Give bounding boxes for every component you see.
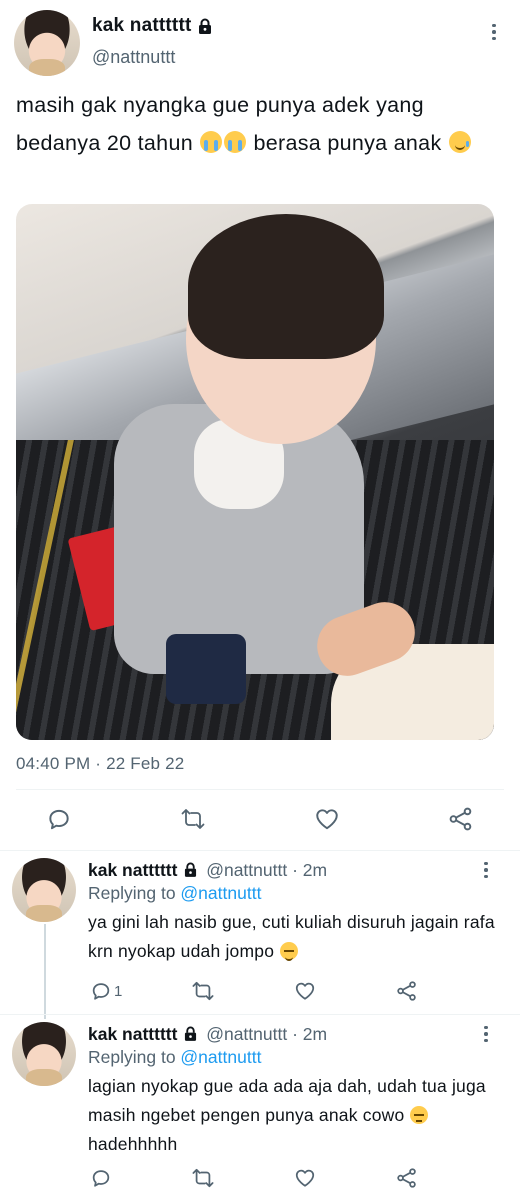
expressionless-emoji-icon [410,1106,429,1124]
holding-back-tears-emoji-icon [448,131,471,153]
lock-icon [185,1026,197,1041]
more-icon[interactable] [478,1024,494,1044]
child-hair [188,214,384,359]
reply-icon[interactable] [88,978,114,1004]
reply-handle-time[interactable]: @nattnuttt · 2m [206,1024,327,1044]
author-name[interactable]: kak natttttt [92,15,212,37]
replying-to-handle[interactable]: @nattnuttt [180,1047,261,1067]
reply-text: ya gini lah nasib gue, cuti kuliah disur… [88,908,498,966]
reply-header: kak natttttt @nattnuttt · 2m [88,860,327,881]
replying-to: Replying to @nattnuttt [88,1047,261,1068]
tweet-text: masih gak nyangka gue punya adek yang be… [16,86,506,162]
tweet-timestamp[interactable]: 04:40 PM · 22 Feb 22 [16,754,184,774]
replying-to-label: Replying to [88,1047,181,1067]
tweet-text-part-2: berasa punya anak [247,131,448,155]
more-icon[interactable] [478,860,494,880]
reply-text: lagian nyokap gue ada ada aja dah, udah … [88,1072,498,1159]
crying-emoji-icon [200,131,223,153]
author-avatar[interactable] [14,10,80,76]
reply-text-tail: hadehhhhh [88,1134,178,1154]
tweet-photo[interactable] [16,204,494,740]
retweet-icon[interactable] [190,1165,216,1191]
lock-icon [185,862,197,877]
lock-icon [198,18,212,34]
retweet-icon[interactable] [190,978,216,1004]
more-icon[interactable] [486,22,502,42]
thread-connector [44,924,46,1019]
share-icon[interactable] [394,978,420,1004]
replying-to: Replying to @nattnuttt [88,883,261,904]
reply-display-name[interactable]: kak natttttt [88,860,177,880]
relieved-emoji-icon [280,942,299,961]
reply-header: kak natttttt @nattnuttt · 2m [88,1024,327,1045]
share-icon[interactable] [394,1165,420,1191]
like-icon[interactable] [314,806,340,832]
reply-icon[interactable] [46,806,72,832]
child-legs [166,634,246,704]
divider [16,789,504,790]
retweet-icon[interactable] [180,806,206,832]
replying-to-label: Replying to [88,883,181,903]
author-handle[interactable]: @nattnuttt [92,47,175,68]
divider [0,850,520,851]
reply-count: 1 [114,983,123,1000]
crying-emoji-icon [224,131,247,153]
replying-to-handle[interactable]: @nattnuttt [180,883,261,903]
author-display-name: kak natttttt [92,15,192,36]
like-icon[interactable] [292,978,318,1004]
share-icon[interactable] [448,806,474,832]
like-icon[interactable] [292,1165,318,1191]
reply-display-name[interactable]: kak natttttt [88,1024,177,1044]
divider [0,1014,520,1015]
reply-icon[interactable] [88,1165,114,1191]
reply-avatar[interactable] [12,858,76,922]
reply-avatar[interactable] [12,1022,76,1086]
reply-handle-time[interactable]: @nattnuttt · 2m [206,860,327,880]
